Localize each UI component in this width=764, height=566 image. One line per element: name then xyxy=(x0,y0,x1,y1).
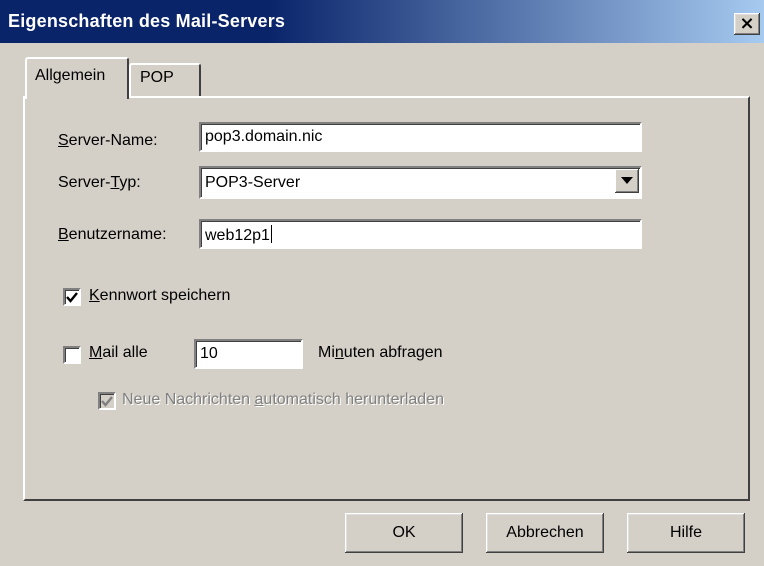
server-type-select[interactable]: POP3-Server xyxy=(199,166,642,199)
tab-pop-label: POP xyxy=(140,69,174,86)
check-mail-checkbox[interactable] xyxy=(63,346,81,364)
help-button[interactable]: Hilfe xyxy=(627,513,745,553)
mail-interval-input[interactable]: 10 xyxy=(194,339,303,369)
server-name-label: Server-Name: xyxy=(58,132,158,149)
window-title: Eigenschaften des Mail-Servers xyxy=(8,11,286,31)
tab-pop[interactable]: POP xyxy=(129,63,201,97)
close-icon: × xyxy=(739,13,755,34)
checkmark-icon xyxy=(101,395,113,407)
server-type-label: Server-Typ: xyxy=(58,174,141,191)
server-name-input[interactable]: pop3.domain.nic xyxy=(199,122,642,152)
cancel-button[interactable]: Abbrechen xyxy=(486,513,604,553)
tab-allgemein-label: Allgemein xyxy=(35,67,106,84)
chevron-down-icon xyxy=(621,177,633,184)
tab-allgemein[interactable]: Allgemein xyxy=(25,57,129,99)
close-button[interactable]: × xyxy=(734,13,760,35)
dropdown-button[interactable] xyxy=(615,169,639,193)
ok-button[interactable]: OK xyxy=(345,513,463,553)
checkmark-icon xyxy=(66,291,78,303)
save-password-label[interactable]: Kennwort speichern xyxy=(89,287,230,305)
auto-download-checkbox xyxy=(98,392,116,410)
check-mail-label[interactable]: Mail alle xyxy=(89,344,148,362)
title-bar[interactable]: Eigenschaften des Mail-Servers × xyxy=(0,0,764,43)
username-input[interactable]: web12p1 xyxy=(199,219,642,249)
auto-download-label: Neue Nachrichten automatisch herunterlad… xyxy=(122,391,444,408)
save-password-checkbox[interactable] xyxy=(63,288,81,306)
text-cursor xyxy=(270,225,272,243)
username-label: Benutzername: xyxy=(58,226,167,243)
minutes-label: Minuten abfragen xyxy=(318,344,443,361)
